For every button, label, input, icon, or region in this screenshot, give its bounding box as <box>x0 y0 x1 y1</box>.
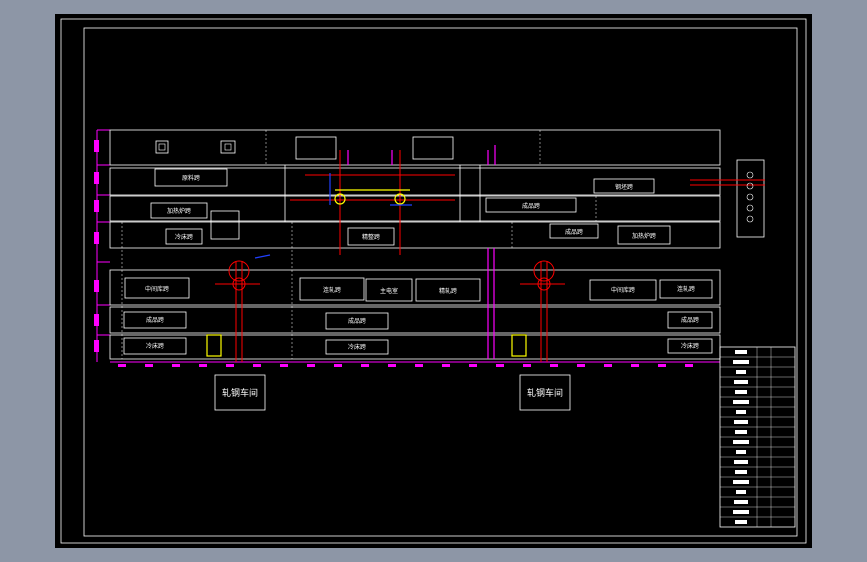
label-row6-b: 成品跨 <box>348 317 366 325</box>
label-row5-d: 精轧跨 <box>439 287 457 295</box>
hall-label-right: 轧钢车间 <box>527 387 563 399</box>
label-row4-a: 冷床跨 <box>175 233 193 241</box>
cad-drawing-canvas: 原料跨 加热炉跨 成品跨 钢坯跨 冷床跨 精整跨 成品跨 加热炉跨 中间库跨 连… <box>55 14 812 548</box>
label-row6-c: 成品跨 <box>681 316 699 324</box>
label-row5-e: 中间库跨 <box>611 286 635 294</box>
drawing-sheet <box>55 14 812 548</box>
label-row7-c: 冷床跨 <box>681 342 699 350</box>
label-row6-a: 成品跨 <box>146 316 164 324</box>
label-row5-a: 中间库跨 <box>145 285 169 293</box>
label-row5-c: 主电室 <box>380 287 398 295</box>
label-row2-a: 原料跨 <box>182 174 200 182</box>
label-row3-a: 加热炉跨 <box>167 207 191 215</box>
label-row3-c: 钢坯跨 <box>615 183 633 191</box>
label-row3-b: 成品跨 <box>522 202 540 210</box>
label-row5-f: 连轧跨 <box>677 285 695 293</box>
hall-label-left: 轧钢车间 <box>222 387 258 399</box>
label-row7-a: 冷床跨 <box>146 342 164 350</box>
label-row4-d: 加热炉跨 <box>632 232 656 240</box>
label-row4-b: 精整跨 <box>362 233 380 241</box>
label-row5-b: 连轧跨 <box>323 286 341 294</box>
label-row4-c: 成品跨 <box>565 228 583 236</box>
label-row7-b: 冷床跨 <box>348 343 366 351</box>
